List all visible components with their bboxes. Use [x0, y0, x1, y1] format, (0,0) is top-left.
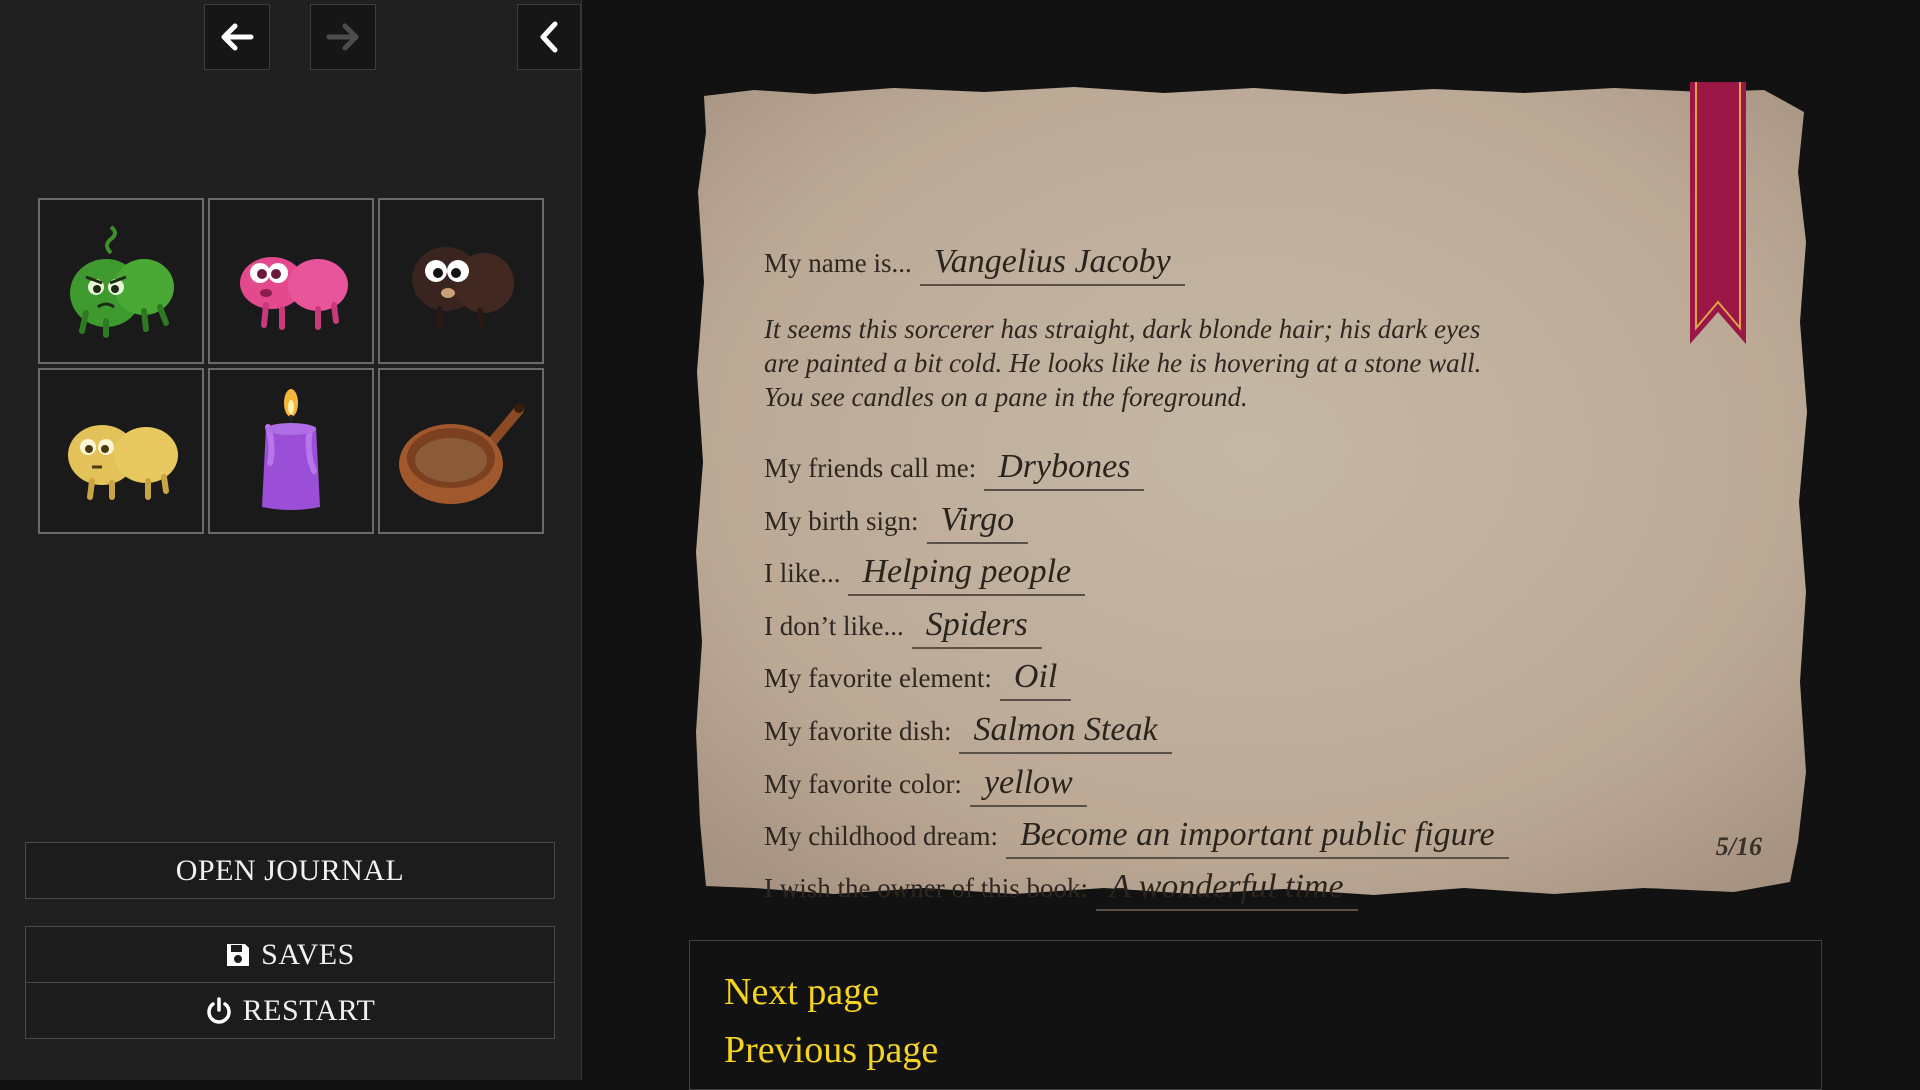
- field-row: My favorite dish: Salmon Steak: [764, 710, 1172, 754]
- field-value[interactable]: Helping people: [848, 552, 1086, 596]
- field-value[interactable]: Spiders: [911, 605, 1042, 649]
- restart-button[interactable]: RESTART: [25, 982, 555, 1039]
- purple-candle-icon: [262, 389, 320, 510]
- field-row: My friends call me: Drybones: [764, 447, 1145, 491]
- name-label: My name is...: [764, 248, 912, 278]
- black-bean-creature-icon: [412, 247, 514, 328]
- field-row: My birth sign: Virgo: [764, 500, 1029, 544]
- inventory-slot[interactable]: [38, 198, 204, 364]
- character-description: It seems this sorcerer has straight, dar…: [764, 312, 1554, 414]
- previous-page-link[interactable]: Previous page: [724, 1021, 1787, 1079]
- arrow-left-icon: [221, 23, 254, 51]
- copper-pan-icon: [399, 403, 524, 504]
- power-icon: [206, 996, 231, 1024]
- forward-button[interactable]: [310, 4, 376, 70]
- description-line: You see candles on a pane in the foregro…: [764, 382, 1248, 412]
- field-value[interactable]: Drybones: [984, 447, 1145, 491]
- field-row: My favorite color: yellow: [764, 763, 1087, 807]
- inventory-slot[interactable]: [208, 368, 374, 534]
- field-label: My favorite dish:: [764, 716, 952, 746]
- field-value[interactable]: yellow: [969, 763, 1087, 807]
- field-row: I don’t like... Spiders: [764, 605, 1042, 649]
- journal-page: My name is... Vangelius Jacoby It seems …: [694, 82, 1812, 911]
- name-row: My name is... Vangelius Jacoby: [764, 242, 1185, 286]
- field-label: I don’t like...: [764, 611, 904, 641]
- floppy-disk-icon: [227, 943, 250, 966]
- inventory-slot[interactable]: [208, 198, 374, 364]
- choices-panel: Next page Previous page: [689, 940, 1822, 1090]
- field-label: I like...: [764, 558, 841, 588]
- field-label: My favorite element:: [764, 663, 992, 693]
- field-value[interactable]: Virgo: [926, 500, 1029, 544]
- green-bean-creature-icon: [70, 225, 174, 338]
- name-value[interactable]: Vangelius Jacoby: [919, 242, 1185, 286]
- field-label: My birth sign:: [764, 506, 919, 536]
- saves-label: SAVES: [261, 937, 355, 971]
- field-value[interactable]: A wonderful time: [1095, 867, 1358, 911]
- chevron-left-icon: [540, 21, 558, 53]
- inventory-slot[interactable]: [378, 368, 544, 534]
- next-page-link[interactable]: Next page: [724, 963, 1787, 1021]
- description-line: are painted a bit cold. He looks like he…: [764, 348, 1482, 378]
- inventory-slot[interactable]: [38, 368, 204, 534]
- saves-button[interactable]: SAVES: [25, 926, 555, 983]
- restart-label: RESTART: [242, 993, 376, 1027]
- field-row: My favorite element: Oil: [764, 657, 1072, 701]
- arrow-right-icon: [326, 23, 359, 51]
- field-row: I wish the owner of this book: A wonderf…: [764, 867, 1358, 911]
- page-indicator: 5/16: [1715, 832, 1762, 861]
- field-row: My childhood dream: Become an important …: [764, 815, 1509, 859]
- description-line: It seems this sorcerer has straight, dar…: [764, 314, 1481, 344]
- collapse-sidebar-button[interactable]: [517, 4, 581, 70]
- field-label: I wish the owner of this book:: [764, 873, 1088, 903]
- field-value[interactable]: Oil: [999, 657, 1072, 701]
- open-journal-label: OPEN JOURNAL: [175, 853, 405, 887]
- pink-bean-creature-icon: [240, 257, 348, 330]
- field-label: My friends call me:: [764, 453, 977, 483]
- inventory-grid: [38, 198, 544, 534]
- bookmark-ribbon: [1690, 82, 1746, 344]
- field-value[interactable]: Salmon Steak: [959, 710, 1172, 754]
- open-journal-button[interactable]: OPEN JOURNAL: [25, 842, 555, 899]
- field-label: My childhood dream:: [764, 821, 998, 851]
- sidebar: OPEN JOURNAL SAVES RESTART: [0, 0, 582, 1080]
- field-row: I like... Helping people: [764, 552, 1086, 596]
- field-label: My favorite color:: [764, 769, 962, 799]
- back-button[interactable]: [204, 4, 270, 70]
- inventory-slot[interactable]: [378, 198, 544, 364]
- field-value[interactable]: Become an important public figure: [1005, 815, 1509, 859]
- yellow-bean-creature-icon: [68, 425, 178, 500]
